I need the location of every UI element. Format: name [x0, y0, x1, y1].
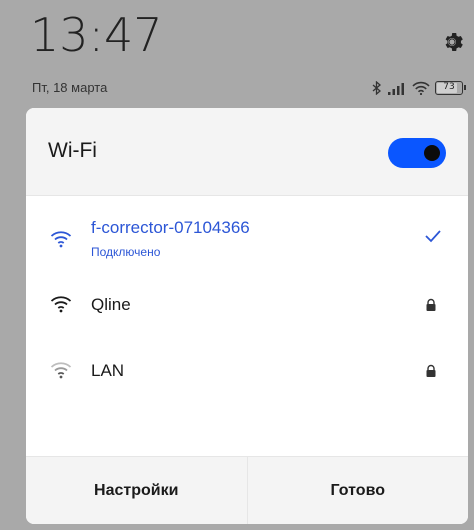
wifi-panel: Wi-Fi f-corrector-07104366 Подключено Ql… [26, 108, 468, 524]
network-name: Qline [91, 295, 131, 314]
status-area: 13:47 Пт, 18 марта 73 [0, 0, 474, 105]
check-icon [425, 230, 441, 243]
network-item[interactable]: f-corrector-07104366 Подключено [26, 208, 468, 268]
network-item[interactable]: Qline [26, 276, 468, 336]
wifi-header: Wi-Fi [26, 108, 468, 196]
lock-icon [426, 364, 436, 377]
gear-icon[interactable] [440, 30, 464, 54]
done-button[interactable]: Готово [248, 457, 469, 524]
lock-icon [426, 298, 436, 311]
settings-button[interactable]: Настройки [26, 457, 247, 524]
battery-icon: 73 [435, 81, 466, 95]
network-name: f-corrector-07104366 [91, 218, 250, 237]
date: Пт, 18 марта [32, 80, 108, 95]
wifi-status-icon [412, 81, 430, 95]
panel-footer: Настройки Готово [26, 456, 468, 524]
system-icons: 73 [372, 79, 466, 97]
toggle-knob [424, 145, 440, 161]
bluetooth-icon [372, 81, 381, 95]
wifi-weak-icon [50, 362, 72, 379]
wifi-title: Wi-Fi [48, 139, 97, 162]
signal-icon [388, 82, 404, 95]
network-item[interactable]: LAN [26, 342, 468, 402]
wifi-icon [50, 231, 72, 248]
clock: 13:47 [30, 8, 163, 62]
battery-level: 73 [443, 82, 455, 92]
network-status: Подключено [91, 245, 161, 259]
wifi-icon [50, 296, 72, 313]
network-name: LAN [91, 361, 125, 380]
wifi-toggle[interactable] [388, 138, 446, 168]
